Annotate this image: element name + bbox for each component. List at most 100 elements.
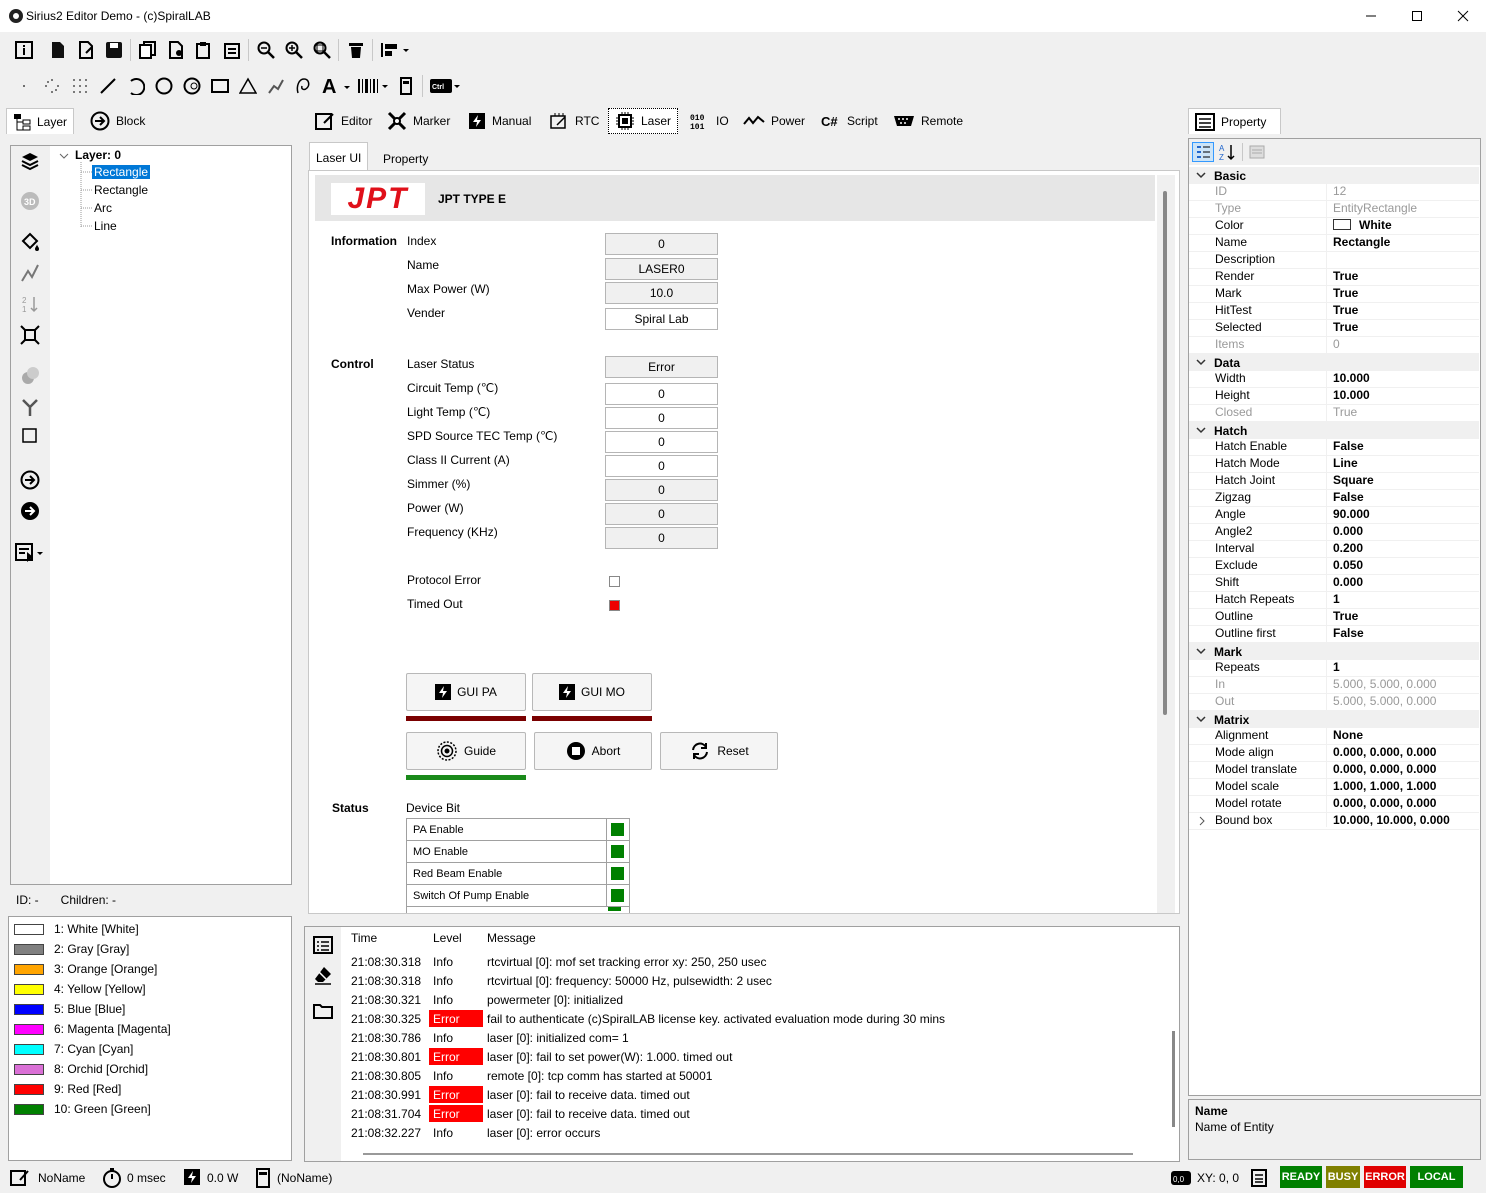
property-value[interactable]: 5.000, 5.000, 0.000 xyxy=(1329,694,1479,710)
tab-power[interactable]: Power xyxy=(737,108,811,134)
log-hscrollbar[interactable] xyxy=(363,1153,1133,1155)
log-row[interactable]: 21:08:30.318 Info rtcvirtual [0]: mof set … xyxy=(345,952,1165,971)
property-row[interactable]: Mode align 0.000, 0.000, 0.000 xyxy=(1189,745,1479,762)
circle-icon[interactable] xyxy=(152,74,176,98)
property-value[interactable]: True xyxy=(1329,405,1479,421)
spiral-icon[interactable] xyxy=(292,74,316,98)
property-value[interactable]: False xyxy=(1329,439,1479,455)
property-value[interactable]: White xyxy=(1329,218,1479,234)
chevron-down-icon[interactable] xyxy=(1194,424,1214,438)
tree-item-rectangle[interactable]: Rectangle xyxy=(94,183,148,197)
pen-item-red[interactable]: 9: Red [Red] xyxy=(14,1079,121,1099)
3d-icon[interactable]: 3D xyxy=(18,189,42,213)
align-dropdown-icon[interactable] xyxy=(378,38,412,62)
log-row[interactable]: 21:08:30.318 Info rtcvirtual [0]: frequenc… xyxy=(345,971,1165,990)
property-value[interactable]: True xyxy=(1329,286,1479,302)
property-row[interactable]: Zigzag False xyxy=(1189,490,1479,507)
log-row[interactable]: 21:08:30.786 Info laser [0]: initialized c… xyxy=(345,1028,1165,1047)
property-value[interactable]: 0 xyxy=(1329,337,1479,353)
laser-scrollbar-thumb[interactable] xyxy=(1163,191,1167,715)
chevron-down-icon[interactable] xyxy=(1194,169,1214,183)
text-dropdown-icon[interactable]: A xyxy=(320,74,352,98)
property-row[interactable]: Hatch Enable False xyxy=(1189,439,1479,456)
save-icon[interactable] xyxy=(102,38,126,62)
tab-manual[interactable]: Manual xyxy=(462,108,537,134)
property-value[interactable]: 1.000, 1.000, 1.000 xyxy=(1329,779,1479,795)
property-row[interactable]: Alignment None xyxy=(1189,728,1479,745)
property-value[interactable]: 10.000 xyxy=(1329,371,1479,387)
property-value[interactable]: 0.000, 0.000, 0.000 xyxy=(1329,762,1479,778)
info-icon[interactable] xyxy=(12,38,36,62)
maximize-icon[interactable] xyxy=(1394,0,1440,32)
ellipse-icon[interactable] xyxy=(180,74,204,98)
tab-editor[interactable]: Editor xyxy=(309,108,378,134)
log-header-level[interactable]: Level xyxy=(429,931,483,945)
property-value[interactable]: 10.000 xyxy=(1329,388,1479,404)
pen-item-orange[interactable]: 3: Orange [Orange] xyxy=(14,959,157,979)
pen-item-magenta[interactable]: 6: Magenta [Magenta] xyxy=(14,1019,171,1039)
collapse-toggle-icon[interactable] xyxy=(58,150,70,162)
paste-icon[interactable] xyxy=(192,38,216,62)
property-value[interactable]: True xyxy=(1329,609,1479,625)
tree-item-line[interactable]: Line xyxy=(94,219,117,233)
sort-alpha-icon[interactable]: AZ xyxy=(1216,142,1238,162)
tab-block[interactable]: Block xyxy=(84,108,151,134)
group-icon[interactable] xyxy=(18,424,42,448)
minimize-icon[interactable] xyxy=(1348,0,1394,32)
property-value[interactable]: 5.000, 5.000, 0.000 xyxy=(1329,677,1479,693)
rectangle-icon[interactable] xyxy=(208,74,232,98)
sort-order-icon[interactable]: 21 xyxy=(18,292,42,316)
log-row[interactable]: 21:08:32.227 Info laser [0]: error occurs xyxy=(345,1123,1165,1142)
pen-item-orchid[interactable]: 8: Orchid [Orchid] xyxy=(14,1059,148,1079)
tab-remote[interactable]: Remote xyxy=(887,108,969,134)
property-row[interactable]: Model translate 0.000, 0.000, 0.000 xyxy=(1189,762,1479,779)
point-icon[interactable] xyxy=(12,74,36,98)
raster-icon[interactable] xyxy=(68,74,92,98)
pen-item-yellow[interactable]: 4: Yellow [Yellow] xyxy=(14,979,146,999)
property-row[interactable]: Hatch Joint Square xyxy=(1189,473,1479,490)
log-row[interactable]: 21:08:30.325 Error fail to authenticate (c… xyxy=(345,1009,1165,1028)
tab-layer[interactable]: Layer xyxy=(6,108,75,134)
property-row[interactable]: Model rotate 0.000, 0.000, 0.000 xyxy=(1189,796,1479,813)
open-file-icon[interactable] xyxy=(74,38,98,62)
pen-item-gray[interactable]: 2: Gray [Gray] xyxy=(14,939,129,959)
guide-button[interactable]: Guide xyxy=(406,732,526,770)
property-value[interactable]: 0.050 xyxy=(1329,558,1479,574)
log-scrollbar-thumb[interactable] xyxy=(1172,1031,1175,1127)
log-row[interactable]: 21:08:30.321 Info powermeter [0]: initiali… xyxy=(345,990,1165,1009)
log-row[interactable]: 21:08:30.991 Error laser [0]: fail to rece… xyxy=(345,1085,1165,1104)
property-value[interactable]: Rectangle xyxy=(1329,235,1479,251)
log-status-icon[interactable] xyxy=(1251,1169,1267,1187)
property-row[interactable]: Model scale 1.000, 1.000, 1.000 xyxy=(1189,779,1479,796)
property-value[interactable]: 0.000 xyxy=(1329,575,1479,591)
property-row[interactable]: Closed True xyxy=(1189,405,1479,422)
zoom-fit-icon[interactable] xyxy=(310,38,334,62)
property-row[interactable]: Selected True xyxy=(1189,320,1479,337)
import-icon[interactable] xyxy=(18,468,42,492)
tab-laser[interactable]: Laser xyxy=(608,108,679,134)
property-value[interactable]: 0.000, 0.000, 0.000 xyxy=(1329,796,1479,812)
copy-icon[interactable] xyxy=(136,38,160,62)
property-row[interactable]: Angle2 0.000 xyxy=(1189,524,1479,541)
property-row[interactable]: Description xyxy=(1189,252,1479,269)
gui-pa-button[interactable]: GUI PA xyxy=(406,673,526,711)
clipboard-icon[interactable] xyxy=(220,38,244,62)
chevron-right-icon[interactable] xyxy=(1196,815,1208,827)
tab-script[interactable]: C# Script xyxy=(815,108,884,134)
property-value[interactable]: False xyxy=(1329,626,1479,642)
property-value[interactable]: Square xyxy=(1329,473,1479,489)
property-value[interactable]: None xyxy=(1329,728,1479,744)
log-row[interactable]: 21:08:31.704 Error laser [0]: fail to rece… xyxy=(345,1104,1165,1123)
fill-bucket-icon[interactable] xyxy=(18,230,42,254)
tab-marker[interactable]: Marker xyxy=(381,108,456,134)
tab-property-panel[interactable]: Property xyxy=(1188,108,1281,134)
log-list-icon[interactable] xyxy=(311,933,335,957)
polyline-icon[interactable] xyxy=(264,74,288,98)
property-row[interactable]: Shift 0.000 xyxy=(1189,575,1479,592)
property-row[interactable]: Exclude 0.050 xyxy=(1189,558,1479,575)
new-file-icon[interactable] xyxy=(46,38,70,62)
property-category[interactable]: Basic xyxy=(1189,167,1479,184)
property-value[interactable]: 1 xyxy=(1329,660,1479,676)
property-value[interactable] xyxy=(1329,252,1479,268)
pen-item-white[interactable]: 1: White [White] xyxy=(14,919,139,939)
